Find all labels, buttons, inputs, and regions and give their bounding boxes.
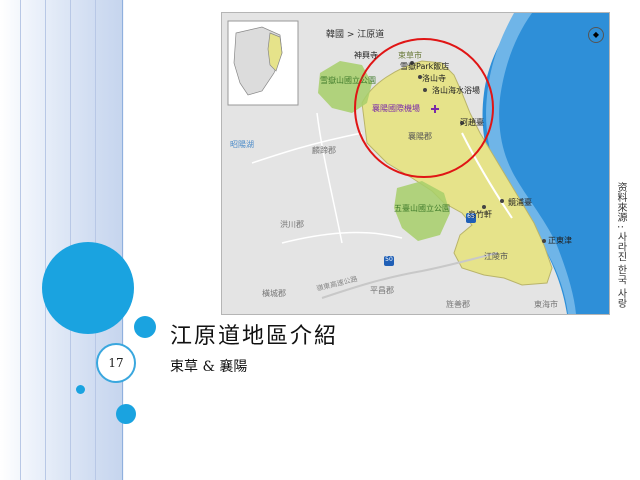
- map-header: 韓國 > 江原道: [326, 30, 385, 40]
- place-label: 河趙臺: [460, 118, 484, 127]
- place-label: 襄陽郡: [408, 132, 432, 141]
- map-pin-icon: ◆: [588, 27, 604, 43]
- route-shield: 50: [385, 256, 393, 263]
- stripe-line: [45, 0, 46, 480]
- slide-number: 17: [96, 343, 136, 383]
- park-label: 五臺山國立公園: [394, 204, 450, 213]
- decorative-circle-tiny: [76, 385, 85, 394]
- place-label: 旌善郡: [446, 300, 470, 309]
- stripe-line: [20, 0, 21, 480]
- place-label: 洛山海水浴場: [432, 86, 480, 95]
- place-label: 神興寺: [354, 51, 378, 60]
- slide-title: 江原道地區介紹: [170, 324, 339, 349]
- source-caption: 资料來源 : 사라진 한국 사랑: [615, 182, 626, 309]
- place-label: 洛山寺: [422, 74, 446, 83]
- place-label: 橫城郡: [262, 289, 286, 298]
- stripe-line: [70, 0, 71, 480]
- decorative-circle-medium: [134, 316, 156, 338]
- place-label: 正東津: [548, 236, 572, 245]
- slide-subtitle: 束草 & 襄陽: [170, 359, 248, 375]
- place-label: 雪嶽Park飯店: [400, 62, 450, 71]
- decorative-circle-small: [116, 404, 136, 424]
- place-label: 麟蹄郡: [312, 146, 336, 155]
- place-label: 昭陽湖: [230, 140, 254, 149]
- place-label: 江陵市: [484, 252, 508, 261]
- route-shield: 65: [467, 213, 475, 220]
- place-label: 平昌郡: [370, 286, 394, 295]
- decorative-circle-large: [42, 242, 134, 334]
- place-label: 鏡浦臺: [508, 198, 532, 207]
- place-label: 束草市: [398, 51, 422, 60]
- place-label: 東海市: [534, 300, 558, 309]
- place-label: 洪川郡: [280, 220, 304, 229]
- place-label: 襄陽國際機場: [372, 104, 420, 113]
- park-label: 雪嶽山國立公園: [320, 76, 376, 85]
- stripe-line: [95, 0, 96, 480]
- map-image: 韓國 > 江原道 ◆ 神興寺 束草市 雪嶽Park飯店 洛山寺 洛山海水浴場 襄…: [221, 12, 610, 315]
